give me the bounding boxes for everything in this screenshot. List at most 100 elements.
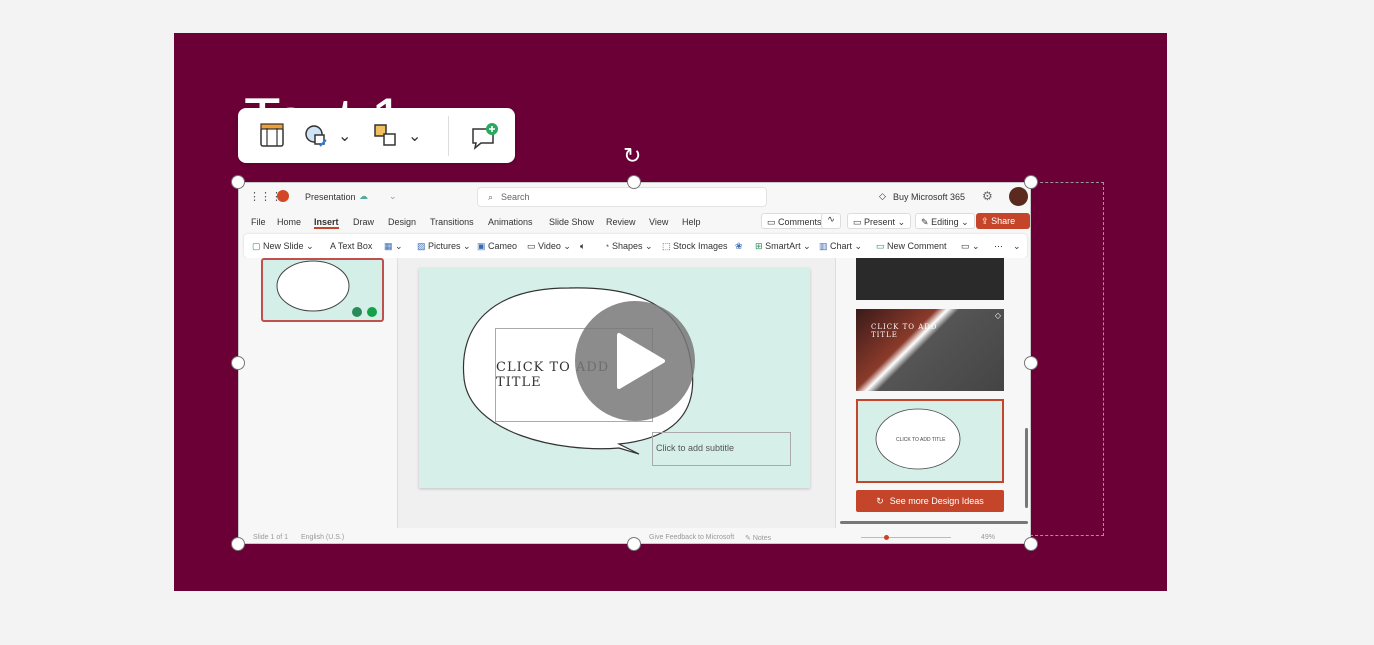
text-box-icon: A xyxy=(330,241,336,251)
icons-button[interactable]: ❀ xyxy=(735,241,743,252)
text-box-label: Text Box xyxy=(337,241,373,251)
menu-slide-show[interactable]: Slide Show xyxy=(549,217,594,227)
horizontal-scrollbar[interactable] xyxy=(840,521,1028,524)
new-slide-label: New Slide xyxy=(263,241,304,251)
new-slide-button[interactable]: ▢ New Slide ⌄ xyxy=(252,241,314,252)
shapes-icon: ◔ xyxy=(604,241,610,251)
resize-handle-ml[interactable] xyxy=(231,356,245,370)
refresh-icon: ↻ xyxy=(876,495,884,506)
shape-fill-icon xyxy=(305,124,327,147)
menu-home[interactable]: Home xyxy=(277,217,301,227)
share-button[interactable]: ⇪ Share ⌄ xyxy=(976,213,1030,237)
menu-insert[interactable]: Insert xyxy=(314,217,339,229)
resize-handle-mr[interactable] xyxy=(1024,356,1038,370)
notes-button[interactable]: ✎ Notes xyxy=(745,534,771,542)
arrange-button[interactable]: ⌄ xyxy=(372,108,448,163)
icons-icon: ❀ xyxy=(735,241,743,251)
gear-icon[interactable]: ⚙ xyxy=(982,189,993,203)
designer-icon xyxy=(352,307,362,317)
menu-view[interactable]: View xyxy=(649,217,668,227)
resize-handle-bl[interactable] xyxy=(231,537,245,551)
menu-animations[interactable]: Animations xyxy=(488,217,533,227)
smartart-icon: ⊞ xyxy=(755,241,763,251)
new-comment-label: New Comment xyxy=(887,241,947,251)
zoom-level[interactable]: 49% xyxy=(981,534,995,541)
placeholder-frame xyxy=(1030,182,1104,536)
screen-icon: ▭ xyxy=(961,241,970,251)
shape-fill-button[interactable]: ⌄ xyxy=(302,108,372,163)
menu-draw[interactable]: Draw xyxy=(353,217,374,227)
resize-handle-tc[interactable] xyxy=(627,175,641,189)
speaker-icon: 🔈︎ xyxy=(580,241,586,251)
present-button[interactable]: ▭ Present ⌄ xyxy=(847,213,912,229)
menu-file[interactable]: File xyxy=(251,217,266,227)
saved-icon: ☁ xyxy=(359,191,368,201)
table-button[interactable]: ▦ ⌄ xyxy=(384,241,403,252)
pictures-icon: ▨ xyxy=(417,241,426,251)
audio-button[interactable]: 🔈︎ xyxy=(580,241,585,252)
resize-handle-tl[interactable] xyxy=(231,175,245,189)
search-icon: ⌕ xyxy=(488,191,494,202)
expand-ribbon-icon[interactable]: ⌄ xyxy=(1013,241,1021,252)
design-idea-1[interactable] xyxy=(856,258,1004,300)
stock-images-button[interactable]: ⬚ Stock Images xyxy=(662,241,728,252)
stock-images-label: Stock Images xyxy=(673,241,728,251)
more-options-icon[interactable]: ⋯ xyxy=(994,241,1003,252)
new-comment-icon xyxy=(472,122,498,150)
search-input[interactable]: ⌕ Search xyxy=(477,187,767,207)
design-ideas-panel: CLICK TO ADD TITLE ◇ CLICK TO ADD TITLE … xyxy=(835,258,1030,528)
zoom-thumb[interactable] xyxy=(884,535,889,540)
subtitle-placeholder[interactable]: Click to add subtitle xyxy=(652,432,791,466)
vertical-scrollbar[interactable] xyxy=(1025,428,1028,508)
smartart-button[interactable]: ⊞ SmartArt ⌄ xyxy=(755,241,811,252)
ribbon-toolbar: ▢ New Slide ⌄ A Text Box ▦ ⌄ ▨ Pictures … xyxy=(244,234,1027,258)
chevron-down-icon[interactable]: ⌄ xyxy=(408,126,421,146)
pictures-label: Pictures xyxy=(428,241,461,251)
video-button[interactable]: ▭ Video ⌄ xyxy=(527,241,571,252)
editing-button[interactable]: ✎ Editing ⌄ xyxy=(915,213,975,229)
zoom-slider[interactable] xyxy=(861,537,951,538)
play-button[interactable] xyxy=(575,301,695,421)
chevron-down-icon[interactable]: ⌄ xyxy=(338,126,351,146)
feedback-link[interactable]: Give Feedback to Microsoft xyxy=(649,534,734,541)
diamond-icon: ◇ xyxy=(879,191,886,201)
shapes-button[interactable]: ◔ Shapes ⌄ xyxy=(604,241,653,252)
avatar[interactable] xyxy=(1009,187,1028,206)
chart-button[interactable]: ▥ Chart ⌄ xyxy=(819,241,862,252)
new-comment-button[interactable] xyxy=(449,108,499,163)
pictures-button[interactable]: ▨ Pictures ⌄ xyxy=(417,241,471,252)
menu-transitions[interactable]: Transitions xyxy=(430,217,474,227)
language[interactable]: English (U.S.) xyxy=(301,534,344,541)
embedded-video[interactable]: ⋮⋮⋮ Presentation ☁ ⌄ ⌕ Search ◇ Buy Micr… xyxy=(238,182,1031,544)
grammarly-icon xyxy=(367,307,377,317)
slide-thumbnail[interactable] xyxy=(261,258,384,322)
design-idea-3[interactable]: CLICK TO ADD TITLE xyxy=(856,399,1004,483)
buy-microsoft-link[interactable]: Buy Microsoft 365 xyxy=(893,192,965,202)
menu-design[interactable]: Design xyxy=(388,217,416,227)
chart-icon: ▥ xyxy=(819,241,828,251)
new-comment-button[interactable]: ▭ New Comment xyxy=(876,241,947,252)
chevron-down-icon: ⌄ xyxy=(897,217,906,227)
rotate-handle-icon[interactable]: ↻ xyxy=(623,143,641,169)
catch-up-button[interactable]: ∿ xyxy=(821,213,841,229)
thumbnail-bubble xyxy=(276,260,377,317)
storyboard-button[interactable] xyxy=(238,108,302,163)
comments-button[interactable]: ▭ Comments xyxy=(761,213,828,229)
chevron-down-icon[interactable]: ⌄ xyxy=(389,191,397,202)
menu-help[interactable]: Help xyxy=(682,217,701,227)
see-more-design-ideas-button[interactable]: ↻ See more Design Ideas xyxy=(856,490,1004,512)
document-title[interactable]: Presentation xyxy=(305,192,356,202)
resize-handle-tr[interactable] xyxy=(1024,175,1038,189)
resize-handle-br[interactable] xyxy=(1024,537,1038,551)
notes-label: Notes xyxy=(752,535,772,542)
menu-bar: File Home Insert Draw Design Transitions… xyxy=(239,211,1030,237)
resize-handle-bc[interactable] xyxy=(627,537,641,551)
text-box-button[interactable]: A Text Box xyxy=(330,241,372,251)
menu-review[interactable]: Review xyxy=(606,217,636,227)
present-icon: ▭ xyxy=(853,217,862,227)
cameo-button[interactable]: ▣ Cameo xyxy=(477,241,517,252)
play-icon xyxy=(617,333,665,389)
subtitle-placeholder-text: Click to add subtitle xyxy=(656,443,735,453)
design-idea-2[interactable]: CLICK TO ADD TITLE ◇ xyxy=(856,309,1004,391)
screen-button[interactable]: ▭ ⌄ xyxy=(961,241,980,252)
